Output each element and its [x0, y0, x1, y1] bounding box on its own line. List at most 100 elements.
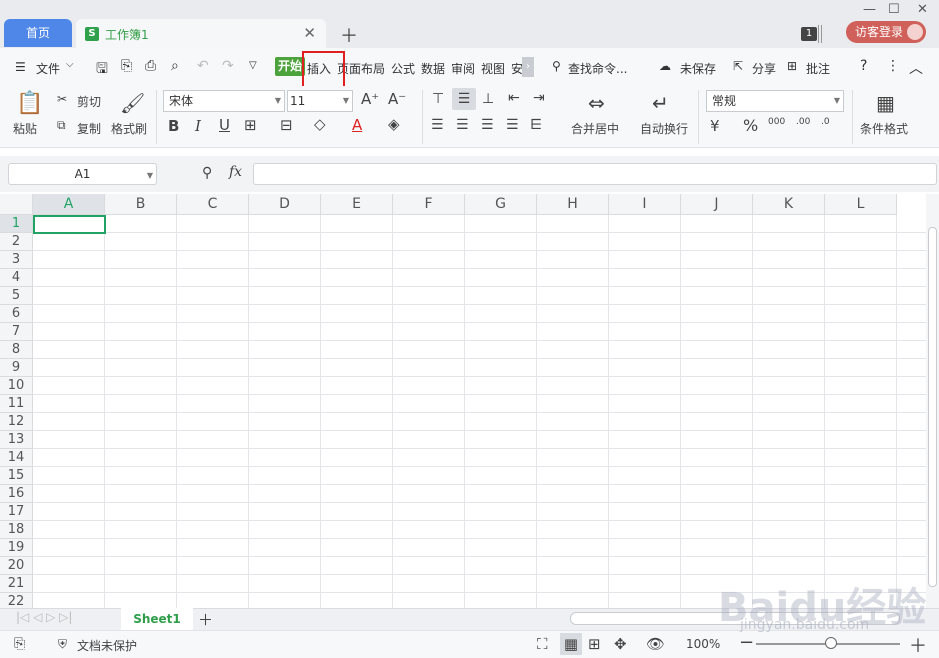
fill-color-icon[interactable]: ◇ [314, 115, 326, 133]
italic-icon[interactable]: I [195, 117, 201, 135]
distributed-icon[interactable]: ⋿ [530, 117, 542, 133]
print-icon[interactable]: ⎙ [145, 58, 156, 74]
align-bottom-icon[interactable]: ⊥ [482, 91, 494, 107]
close-tab-icon[interactable]: ✕ [303, 24, 316, 42]
increase-font-icon[interactable]: A⁺ [361, 90, 379, 108]
conditional-format-button[interactable]: 条件格式 [860, 120, 908, 137]
decrease-font-icon[interactable]: A⁻ [388, 90, 406, 108]
menu-review[interactable]: 审阅 [451, 60, 475, 77]
number-format-select[interactable]: 常规 ▼ [706, 90, 844, 112]
percent-icon[interactable]: % [743, 116, 758, 135]
merge-center-button[interactable]: 合并居中 [571, 120, 619, 137]
undo-icon[interactable]: ↶ [197, 58, 209, 74]
row-header[interactable]: 12 [0, 413, 33, 431]
name-box[interactable]: A1 ▼ [8, 163, 157, 185]
row-header[interactable]: 13 [0, 431, 33, 449]
row-header[interactable]: 5 [0, 287, 33, 305]
increase-indent-icon[interactable]: ⇥ [533, 90, 545, 106]
currency-icon[interactable]: ¥ [710, 117, 720, 135]
fx-icon[interactable]: fx [229, 164, 242, 180]
menu-start[interactable]: 开始 [275, 57, 305, 76]
row-header[interactable]: 3 [0, 251, 33, 269]
vertical-scrollbar[interactable] [926, 194, 939, 608]
decrease-indent-icon[interactable]: ⇤ [508, 90, 520, 106]
menu-formula[interactable]: 公式 [391, 60, 415, 77]
help-icon[interactable]: ? [860, 58, 867, 74]
align-center-icon[interactable]: ☰ [456, 117, 469, 133]
add-sheet-icon[interactable]: ＋ [198, 609, 213, 630]
zoom-out-icon[interactable]: − [739, 632, 754, 653]
row-header[interactable]: 11 [0, 395, 33, 413]
menu-file[interactable]: 文件 [36, 60, 60, 77]
conditional-format-icon[interactable]: ▦ [876, 91, 895, 115]
comment-button[interactable]: 批注 [806, 60, 830, 77]
normal-view-icon[interactable]: ▦ [560, 633, 582, 655]
font-name-select[interactable]: 宋体 ▼ [163, 90, 285, 112]
font-size-select[interactable]: 11 ▼ [287, 90, 353, 112]
vertical-scroll-thumb[interactable] [928, 227, 937, 587]
justify-icon[interactable]: ☰ [506, 117, 519, 133]
column-header[interactable]: F [393, 194, 465, 215]
thousands-icon[interactable]: 000 [768, 117, 785, 127]
new-tab-icon[interactable]: ＋ [340, 22, 358, 48]
align-left-icon[interactable]: ☰ [431, 117, 444, 133]
row-header[interactable]: 6 [0, 305, 33, 323]
tab-home[interactable]: 首页 [4, 19, 72, 47]
wrap-text-button[interactable]: 自动换行 [640, 120, 688, 137]
column-header[interactable]: I [609, 194, 681, 215]
column-header[interactable]: B [105, 194, 177, 215]
borders-icon[interactable]: ⊞ [244, 116, 257, 134]
align-top-icon[interactable]: ⊤ [432, 91, 444, 107]
align-middle-icon[interactable]: ☰ [452, 88, 476, 110]
increase-decimal-icon[interactable]: .00 [796, 117, 810, 127]
clear-format-icon[interactable]: ◈ [388, 115, 400, 133]
paste-button[interactable]: 粘贴 [13, 120, 37, 137]
spreadsheet-grid[interactable]: ABCDEFGHIJKL 1 2 3 4 5 6 7 8 9 10 11 12 13 14 15 16 17 18… [0, 194, 926, 608]
merge-center-icon[interactable]: ⇔ [588, 91, 605, 115]
column-header[interactable]: D [249, 194, 321, 215]
close-window-icon[interactable]: ✕ [917, 2, 928, 17]
sheet-tab-active[interactable]: Sheet1 [121, 608, 193, 630]
minimize-icon[interactable]: — [863, 2, 876, 17]
format-painter-icon[interactable]: 🖌 [120, 91, 145, 115]
column-header[interactable]: L [825, 194, 897, 215]
row-header[interactable]: 4 [0, 269, 33, 287]
copy-button[interactable]: 复制 [77, 120, 101, 137]
row-header[interactable]: 18 [0, 521, 33, 539]
window-list-icon[interactable] [818, 25, 822, 43]
fullscreen-icon[interactable]: ⛶ [537, 635, 548, 653]
row-header[interactable]: 14 [0, 449, 33, 467]
more-options-icon[interactable]: ⋮ [886, 58, 900, 74]
row-header[interactable]: 15 [0, 467, 33, 485]
tab-workbook[interactable]: S 工作簿1 ✕ [76, 19, 326, 48]
menu-view[interactable]: 视图 [481, 60, 505, 77]
row-header[interactable]: 2 [0, 233, 33, 251]
print-preview-icon[interactable]: ⌕ [171, 58, 179, 74]
column-header[interactable]: J [681, 194, 753, 215]
font-color-icon[interactable]: A [352, 116, 362, 134]
cut-button[interactable]: 剪切 [77, 93, 101, 110]
save-icon[interactable]: 🖫 [96, 58, 108, 82]
unsaved-status[interactable]: 未保存 [680, 60, 716, 77]
eye-protect-icon[interactable]: 👁 [646, 635, 665, 653]
column-header[interactable]: H [537, 194, 609, 215]
document-protect-status[interactable]: 文档未保护 [77, 637, 137, 654]
search-command[interactable]: 查找命令... [568, 60, 627, 77]
column-header[interactable]: E [321, 194, 393, 215]
zoom-level[interactable]: 100% [686, 637, 720, 651]
row-header[interactable]: 7 [0, 323, 33, 341]
zoom-slider-handle[interactable] [825, 637, 837, 649]
select-all-corner[interactable] [0, 194, 33, 215]
row-header[interactable]: 21 [0, 575, 33, 593]
collapse-ribbon-icon[interactable]: ︿ [909, 58, 923, 78]
formula-input[interactable] [253, 163, 937, 185]
menu-data[interactable]: 数据 [421, 60, 445, 77]
redo-icon[interactable]: ↷ [222, 58, 234, 74]
notification-count[interactable]: 1 [801, 27, 817, 41]
align-right-icon[interactable]: ☰ [481, 117, 494, 133]
export-icon[interactable]: ⎘ [121, 58, 132, 74]
hamburger-icon[interactable]: ☰ [15, 60, 26, 74]
row-header[interactable]: 10 [0, 377, 33, 395]
selected-cell[interactable] [33, 215, 106, 234]
row-header[interactable]: 19 [0, 539, 33, 557]
